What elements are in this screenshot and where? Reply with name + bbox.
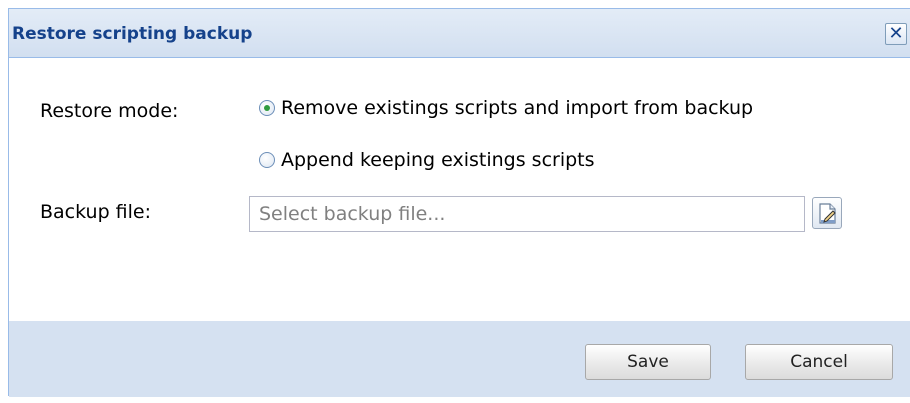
backup-file-label: Backup file: (40, 201, 152, 223)
browse-file-button[interactable] (812, 197, 842, 229)
dialog-footer: Save Cancel (9, 321, 910, 397)
dialog-title: Restore scripting backup (12, 24, 253, 44)
dialog-body: Restore mode: Remove existings scripts a… (9, 58, 910, 321)
radio-remove-and-import[interactable] (259, 100, 275, 116)
restore-mode-label: Restore mode: (40, 100, 179, 122)
dialog-header: Restore scripting backup ✕ (9, 9, 910, 58)
backup-file-input[interactable] (249, 196, 805, 232)
save-button[interactable]: Save (585, 344, 711, 380)
radio-label-remove-and-import: Remove existings scripts and import from… (281, 97, 754, 119)
radio-append-keeping[interactable] (259, 152, 275, 168)
close-button[interactable]: ✕ (885, 23, 907, 45)
radio-label-append-keeping: Append keeping existings scripts (281, 149, 595, 171)
file-edit-icon (819, 203, 836, 224)
close-icon: ✕ (888, 23, 904, 44)
radio-option-remove-and-import[interactable]: Remove existings scripts and import from… (259, 97, 753, 119)
restore-backup-dialog: Restore scripting backup ✕ Restore mode:… (8, 8, 910, 397)
radio-option-append-keeping[interactable]: Append keeping existings scripts (259, 149, 595, 171)
cancel-button[interactable]: Cancel (745, 344, 893, 380)
